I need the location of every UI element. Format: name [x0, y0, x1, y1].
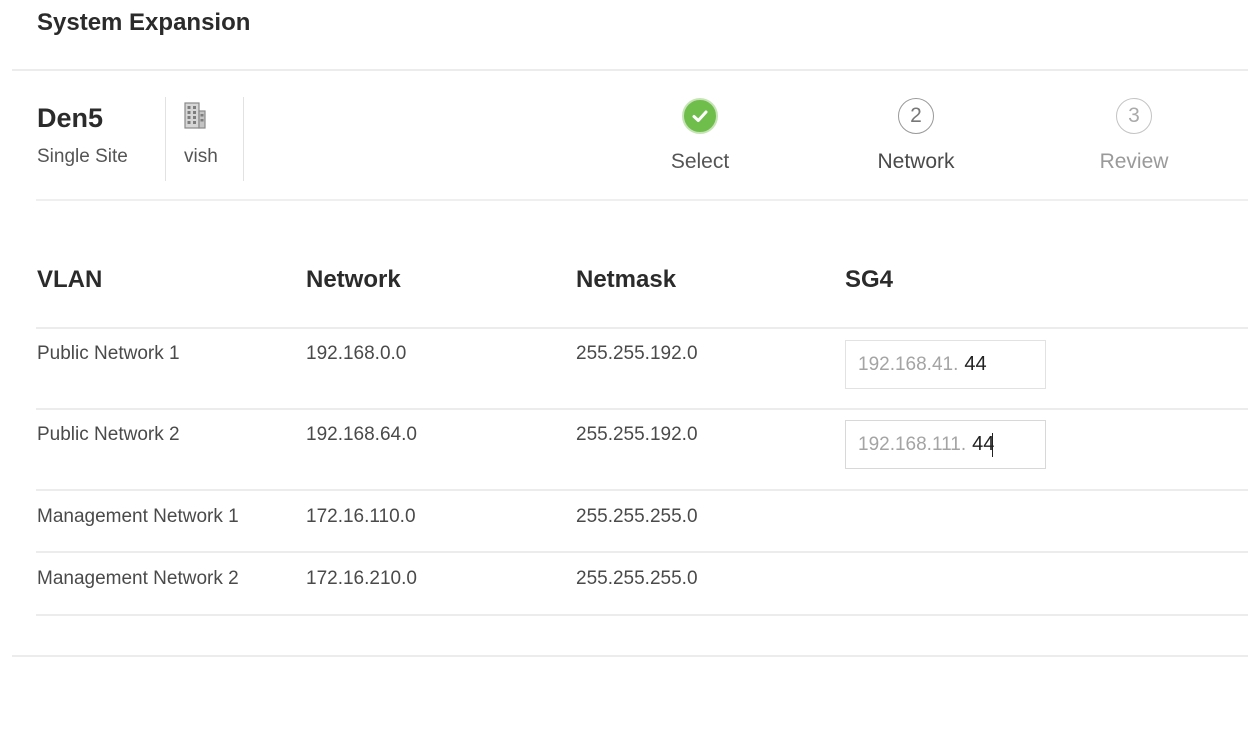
sg4-ip-field[interactable]: 192.168.41. [845, 340, 1046, 389]
page-title: System Expansion [37, 9, 251, 36]
steps-divider [36, 199, 1248, 201]
vlan-cell: Public Network 2 [37, 424, 180, 445]
step-label: Select [670, 150, 730, 173]
step-network[interactable]: 2 Network [856, 98, 976, 174]
step-review[interactable]: 3 Review [1074, 98, 1194, 174]
row-divider [36, 614, 1248, 616]
step-select[interactable]: Select [640, 98, 760, 174]
header-divider [12, 69, 1248, 71]
ip-host-input[interactable] [972, 433, 1033, 456]
netmask-cell: 255.255.255.0 [576, 506, 698, 527]
step-label: Review [1099, 150, 1169, 173]
ip-host-input[interactable] [964, 353, 1025, 376]
column-header-sg4: SG4 [845, 266, 894, 293]
row-divider [36, 489, 1248, 491]
system-expansion-page: System Expansion Den5 Single Site vish S… [0, 0, 1248, 742]
netmask-cell: 255.255.192.0 [576, 343, 698, 364]
step-label: Network [877, 150, 955, 173]
column-header-vlan: VLAN [37, 266, 103, 293]
step-number: 2 [898, 98, 934, 134]
site-owner: vish [184, 146, 218, 167]
column-header-network: Network [306, 266, 401, 293]
footer-divider [12, 655, 1248, 657]
column-header-netmask: Netmask [576, 266, 677, 293]
site-name: Den5 [37, 103, 104, 133]
check-icon [682, 98, 718, 134]
ip-prefix: 192.168.111. [858, 433, 967, 455]
vlan-cell: Public Network 1 [37, 343, 180, 364]
vlan-cell: Management Network 2 [37, 568, 239, 589]
site-type: Single Site [37, 146, 128, 167]
table-header-divider [36, 327, 1248, 329]
row-divider [36, 551, 1248, 553]
site-divider [165, 97, 166, 181]
owner-divider [243, 97, 244, 181]
building-icon [184, 101, 206, 134]
network-cell: 172.16.110.0 [306, 506, 416, 527]
netmask-cell: 255.255.192.0 [576, 424, 698, 445]
network-cell: 192.168.0.0 [306, 343, 407, 364]
step-number: 3 [1116, 98, 1152, 134]
text-caret [992, 432, 994, 457]
ip-prefix: 192.168.41. [858, 353, 959, 375]
sg4-ip-field[interactable]: 192.168.111. [845, 420, 1046, 469]
row-divider [36, 408, 1248, 410]
netmask-cell: 255.255.255.0 [576, 568, 698, 589]
network-cell: 192.168.64.0 [306, 424, 417, 445]
vlan-cell: Management Network 1 [37, 506, 239, 527]
network-cell: 172.16.210.0 [306, 568, 417, 589]
